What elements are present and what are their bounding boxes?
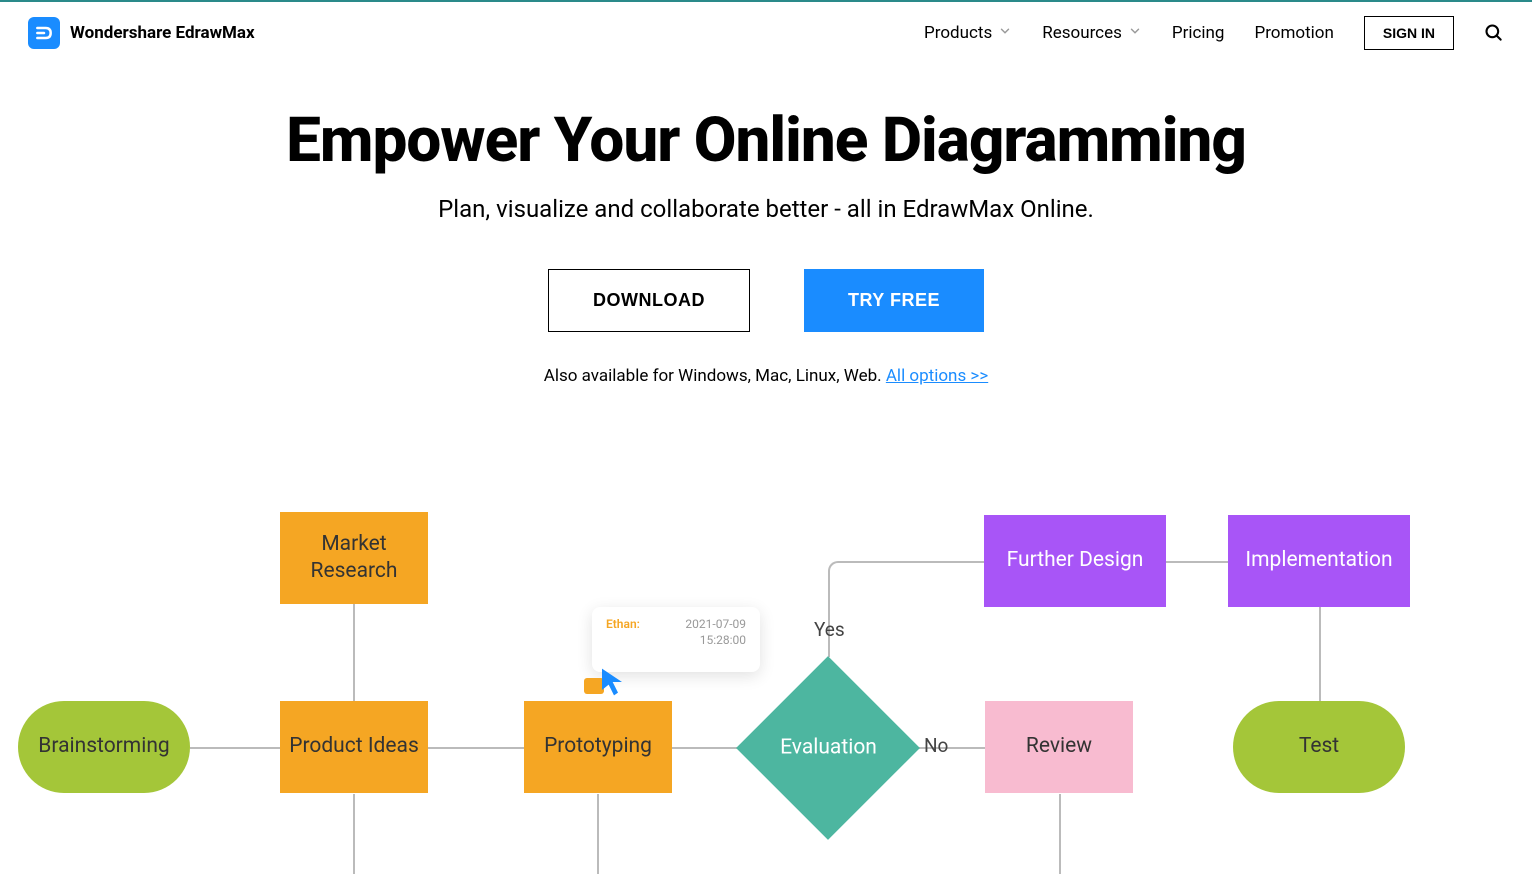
node-review: Review [985, 701, 1133, 793]
node-further-design: Further Design [984, 515, 1166, 607]
signin-button[interactable]: SIGN IN [1364, 16, 1454, 50]
hero: Empower Your Online Diagramming Plan, vi… [0, 104, 1532, 386]
node-product-ideas: Product Ideas [280, 701, 428, 793]
connector [1319, 606, 1321, 701]
cta-row: DOWNLOAD TRY FREE [0, 269, 1532, 332]
connector [838, 561, 984, 563]
connector [353, 794, 355, 874]
search-icon[interactable] [1484, 23, 1504, 43]
nav-resources[interactable]: Resources [1042, 23, 1142, 43]
node-implementation: Implementation [1228, 515, 1410, 607]
header: Wondershare EdrawMax Products Resources … [0, 2, 1532, 64]
comment-card: Ethan: 2021-07-09 15:28:00 [592, 607, 760, 672]
logo-icon [28, 17, 60, 49]
connector [597, 794, 599, 874]
hero-subtitle: Plan, visualize and collaborate better -… [0, 195, 1532, 223]
comment-user: Ethan: [606, 617, 640, 631]
node-evaluation: Evaluation [736, 656, 920, 840]
edge-label-no: No [924, 734, 948, 757]
connector [1059, 794, 1061, 874]
connector [828, 571, 830, 657]
nav-products-label: Products [924, 23, 992, 43]
cursor-icon [598, 666, 630, 702]
availability-prefix: Also available for Windows, Mac, Linux, … [544, 366, 886, 386]
node-test: Test [1233, 701, 1405, 793]
logo[interactable]: Wondershare EdrawMax [28, 17, 255, 49]
nav-pricing-label: Pricing [1172, 23, 1225, 43]
edge-label-yes: Yes [814, 618, 845, 641]
chevron-down-icon [998, 23, 1012, 43]
node-market-research: Market Research [280, 512, 428, 604]
brand-text: Wondershare EdrawMax [70, 23, 255, 43]
connector-corner [828, 561, 848, 581]
nav-promotion[interactable]: Promotion [1254, 23, 1333, 43]
tryfree-button[interactable]: TRY FREE [804, 269, 984, 332]
connector [190, 747, 280, 749]
availability-text: Also available for Windows, Mac, Linux, … [0, 366, 1532, 386]
nav-pricing[interactable]: Pricing [1172, 23, 1225, 43]
hero-title: Empower Your Online Diagramming [0, 104, 1532, 177]
nav: Products Resources Pricing Promotion SIG… [924, 16, 1504, 50]
diagram-illustration: Yes No Brainstorming Market Research Pro… [0, 466, 1532, 866]
nav-products[interactable]: Products [924, 23, 1012, 43]
chevron-down-icon [1128, 23, 1142, 43]
nav-promotion-label: Promotion [1254, 23, 1333, 43]
node-brainstorming: Brainstorming [18, 701, 190, 793]
all-options-link[interactable]: All options >> [886, 366, 988, 386]
node-evaluation-label: Evaluation [780, 734, 877, 761]
comment-timestamp: 2021-07-09 15:28:00 [685, 617, 746, 648]
nav-resources-label: Resources [1042, 23, 1122, 43]
node-prototyping: Prototyping [524, 701, 672, 793]
connector [1166, 561, 1230, 563]
connector [353, 601, 355, 701]
connector [428, 747, 524, 749]
download-button[interactable]: DOWNLOAD [548, 269, 750, 332]
